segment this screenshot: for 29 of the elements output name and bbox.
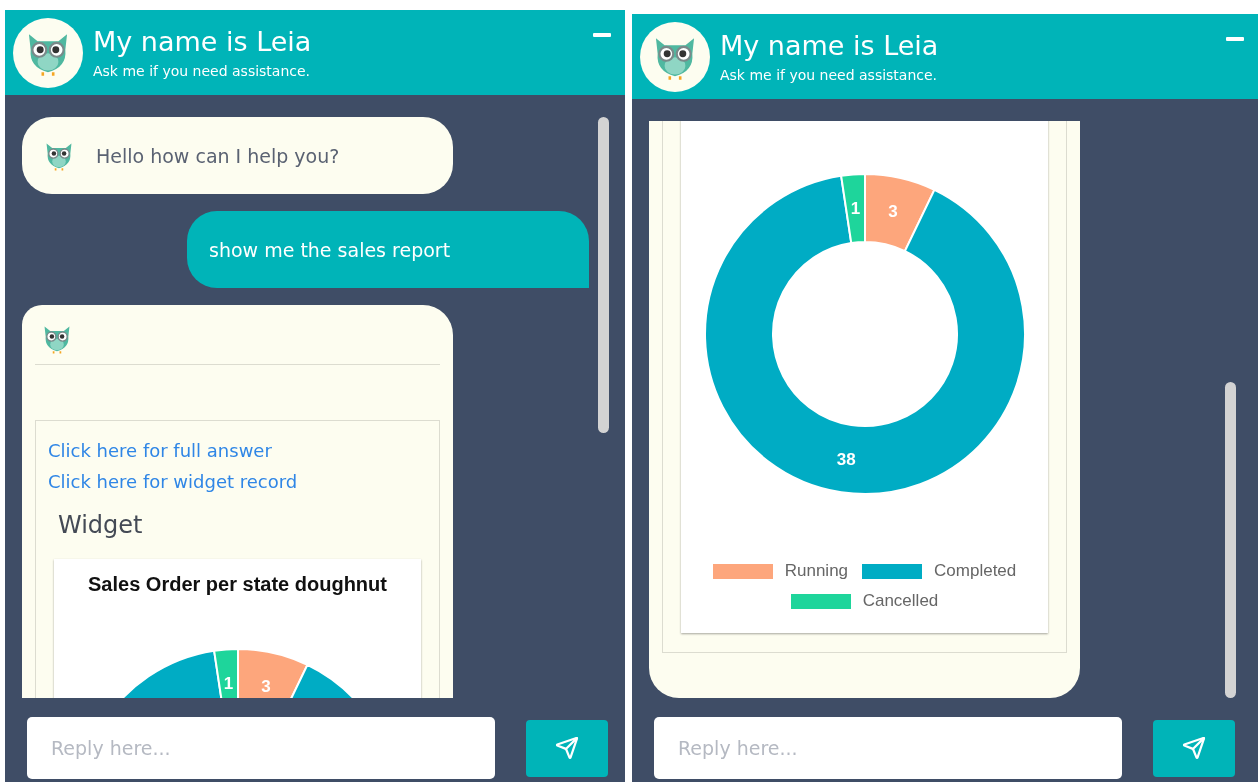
data-label: 1 <box>223 673 233 693</box>
legend-label: Cancelled <box>862 591 939 611</box>
data-label: 3 <box>887 202 898 222</box>
legend-swatch <box>862 563 923 579</box>
chat-title: My name is Leia <box>720 29 939 62</box>
widget-heading: Widget <box>58 510 144 539</box>
chart-title: Sales Order per state doughnut <box>88 572 387 596</box>
reply-input[interactable]: Reply here... <box>27 717 495 779</box>
legend-swatch <box>712 563 773 579</box>
send-button[interactable] <box>526 719 608 777</box>
legend-label: Running <box>784 561 849 581</box>
data-label: 38 <box>836 449 856 469</box>
legend-swatch <box>790 593 851 609</box>
send-button[interactable] <box>1153 719 1235 777</box>
data-label: 1 <box>850 199 860 219</box>
chat-subtitle: Ask me if you need assistance. <box>93 61 312 80</box>
answer-link[interactable]: Click here for widget record <box>48 465 298 497</box>
send-icon <box>555 736 579 760</box>
user-message: show me the sales report <box>187 211 589 288</box>
message-text: Hello how can I help you? <box>96 144 340 167</box>
reply-input[interactable]: Reply here... <box>654 717 1122 779</box>
data-label: 3 <box>260 676 271 696</box>
scrollbar-thumb[interactable] <box>598 117 609 433</box>
legend-label: Completed <box>934 561 1017 581</box>
answer-link[interactable]: Click here for full answer <box>48 434 272 466</box>
send-icon <box>1182 736 1206 760</box>
scrollbar-thumb[interactable] <box>1225 382 1236 698</box>
chat-subtitle: Ask me if you need assistance. <box>720 65 939 84</box>
chat-title: My name is Leia <box>93 25 312 58</box>
